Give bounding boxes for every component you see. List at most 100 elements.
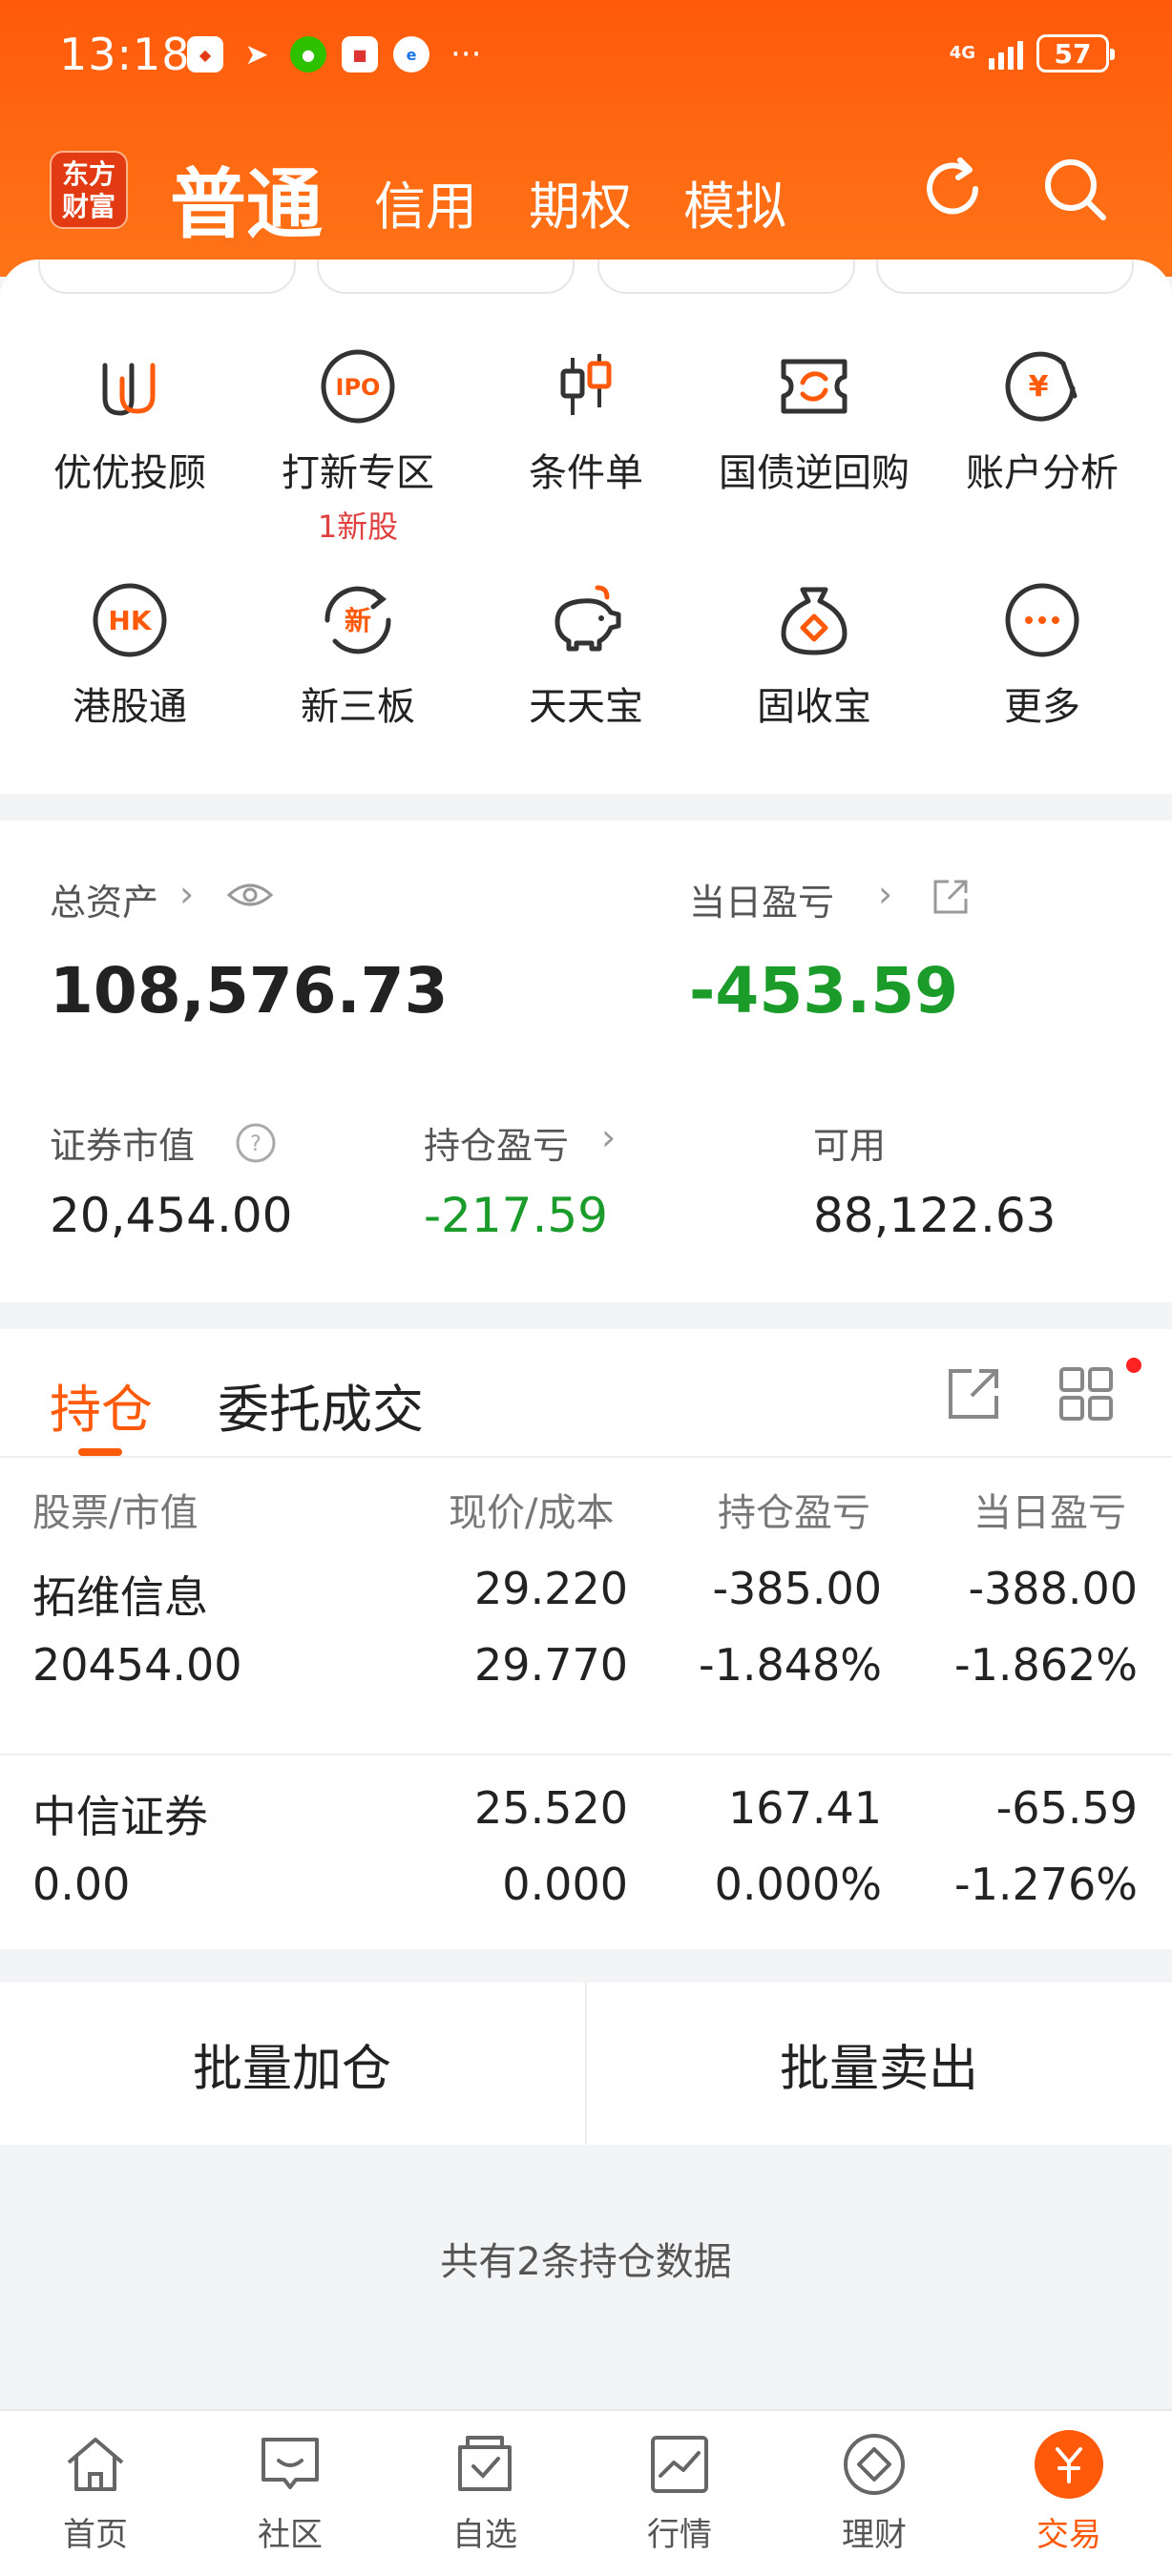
money-bag-icon <box>781 587 848 655</box>
signal-icon <box>989 37 1023 70</box>
grid-item-hk-connect[interactable]: HK 港股通 <box>15 574 244 731</box>
grid-label: 条件单 <box>529 451 643 495</box>
more-notifications-icon: ··· <box>450 35 482 73</box>
grid-label: 打新专区 <box>282 451 434 495</box>
grid-item-new-third-board[interactable]: 新 新三板 <box>243 574 472 731</box>
tab-credit[interactable]: 信用 <box>374 164 477 239</box>
grid-item-bond-repo[interactable]: 国债逆回购 <box>700 341 929 497</box>
col-header-stock: 股票/市值 <box>32 1491 199 1535</box>
svg-text:¥: ¥ <box>1029 370 1049 404</box>
notification-dot <box>1126 1358 1141 1373</box>
refresh-icon[interactable] <box>914 151 991 227</box>
nav-watchlist[interactable]: 自选 <box>408 2426 561 2555</box>
chevron-right-icon[interactable]: › <box>601 1116 616 1158</box>
tab-orders[interactable]: 委托成交 <box>218 1367 424 1443</box>
divider <box>0 1456 1172 1458</box>
current-price: 29.220 <box>474 1563 628 1614</box>
available-label: 可用 <box>813 1125 887 1167</box>
grid-label: 国债逆回购 <box>719 451 910 495</box>
grid-item-condition-order[interactable]: 条件单 <box>471 341 701 497</box>
total-assets-label[interactable]: 总资产 <box>50 873 158 925</box>
holding-pl-label[interactable]: 持仓盈亏 <box>424 1116 569 1169</box>
nav-home[interactable]: 首页 <box>19 2426 172 2555</box>
store-notification-icon: ■ <box>342 36 378 73</box>
asset-summary: 总资产 › 108,576.73 当日盈亏 › -453.59 证券市值 ? 2… <box>0 821 1172 1302</box>
share-icon[interactable] <box>943 1363 1004 1424</box>
holding-pl: -385.00 <box>712 1563 882 1614</box>
day-pl: -388.00 <box>968 1563 1138 1614</box>
community-icon <box>262 2438 319 2489</box>
holding-pl: 167.41 <box>728 1782 882 1834</box>
holding-pl-value: -217.59 <box>424 1188 608 1243</box>
piggy-bank-icon <box>555 585 621 652</box>
grid-label: 账户分析 <box>966 451 1119 495</box>
cost-price: 29.770 <box>474 1639 628 1691</box>
status-time: 13:18 <box>59 29 191 80</box>
col-header-price[interactable]: 现价/成本 <box>449 1482 614 1537</box>
share-icon[interactable] <box>930 876 972 918</box>
nav-trade[interactable]: 交易 <box>993 2426 1145 2555</box>
cost-price: 0.000 <box>502 1859 628 1910</box>
table-row[interactable]: 拓维信息 20454.00 29.220 29.770 -385.00 -1.8… <box>0 1563 1172 1725</box>
app-logo[interactable]: 东方财富 <box>50 151 128 229</box>
account-type-nav: 东方财富 普通 信用 期权 模拟 <box>0 143 1172 249</box>
uu-advisor-icon <box>102 363 156 416</box>
nav-wealth[interactable]: 理财 <box>798 2426 951 2555</box>
sell-button[interactable] <box>317 260 575 294</box>
layout-grid-icon[interactable] <box>1056 1363 1117 1424</box>
market-value: 20,454.00 <box>50 1188 293 1243</box>
daily-pl-label[interactable]: 当日盈亏 <box>689 873 834 925</box>
current-price: 25.520 <box>474 1782 628 1834</box>
daily-pl-value: -453.59 <box>689 954 959 1028</box>
status-right: 4G 57 <box>950 34 1115 73</box>
nav-label: 首页 <box>63 2516 128 2554</box>
batch-actions: 批量加仓 批量卖出 <box>0 1983 1172 2145</box>
buy-button[interactable] <box>38 260 296 294</box>
eye-icon[interactable] <box>225 878 275 912</box>
table-row[interactable]: 中信证券 0.00 25.520 0.000 167.41 0.000% -65… <box>0 1782 1172 1944</box>
col-header-pl[interactable]: 持仓盈亏 <box>718 1482 870 1537</box>
help-icon[interactable]: ? <box>235 1122 277 1164</box>
grid-item-ipo[interactable]: IPO 打新专区 1新股 <box>243 341 472 547</box>
grid-item-guoshoubao[interactable]: 固收宝 <box>700 574 929 731</box>
nav-label: 自选 <box>452 2516 517 2554</box>
battery-icon: 57 <box>1036 34 1115 73</box>
stock-name: 拓维信息 <box>32 1571 208 1623</box>
nav-community[interactable]: 社区 <box>214 2426 366 2555</box>
nav-market[interactable]: 行情 <box>603 2426 756 2555</box>
nav-label: 社区 <box>258 2516 323 2554</box>
search-icon[interactable] <box>1036 151 1113 227</box>
hk-connect-icon: HK <box>93 583 167 657</box>
condition-order-icon <box>560 354 612 415</box>
col-header-day-pl[interactable]: 当日盈亏 <box>973 1482 1134 1537</box>
svg-text:HK: HK <box>108 605 152 636</box>
row-divider <box>0 1754 1172 1755</box>
notification-icons: ◆ ➤ ● ■ e ··· <box>187 36 481 73</box>
nav-label: 交易 <box>1036 2516 1101 2554</box>
grid-item-more[interactable]: 更多 <box>928 574 1157 731</box>
chevron-right-icon[interactable]: › <box>878 873 892 915</box>
nav-label: 理财 <box>842 2516 907 2554</box>
grid-item-uu-advisor[interactable]: 优优投顾 <box>15 341 244 497</box>
tab-simulation[interactable]: 模拟 <box>683 164 786 239</box>
svg-text:IPO: IPO <box>336 374 381 401</box>
grid-item-tiantianbao[interactable]: 天天宝 <box>471 574 701 731</box>
grid-label: 天天宝 <box>529 685 643 729</box>
grid-item-account-analysis[interactable]: ¥ 账户分析 <box>928 341 1157 497</box>
query-button[interactable] <box>876 260 1134 294</box>
tab-normal[interactable]: 普通 <box>170 143 323 254</box>
grid-label: 港股通 <box>73 685 187 729</box>
trade-icon <box>1035 2430 1103 2499</box>
tab-options[interactable]: 期权 <box>529 164 632 239</box>
ipo-icon: IPO <box>321 349 395 424</box>
tab-positions[interactable]: 持仓 <box>50 1367 153 1443</box>
market-value-label: 证券市值 <box>50 1125 196 1167</box>
day-pl-pct: -1.276% <box>954 1859 1138 1910</box>
chevron-right-icon[interactable]: › <box>179 873 194 915</box>
watchlist-icon <box>458 2436 512 2491</box>
stock-market-value: 20454.00 <box>32 1639 242 1691</box>
cancel-order-button[interactable] <box>597 260 855 294</box>
day-pl-pct: -1.862% <box>954 1639 1138 1691</box>
batch-add-button[interactable]: 批量加仓 <box>0 1983 584 2145</box>
batch-sell-button[interactable]: 批量卖出 <box>587 1983 1171 2145</box>
